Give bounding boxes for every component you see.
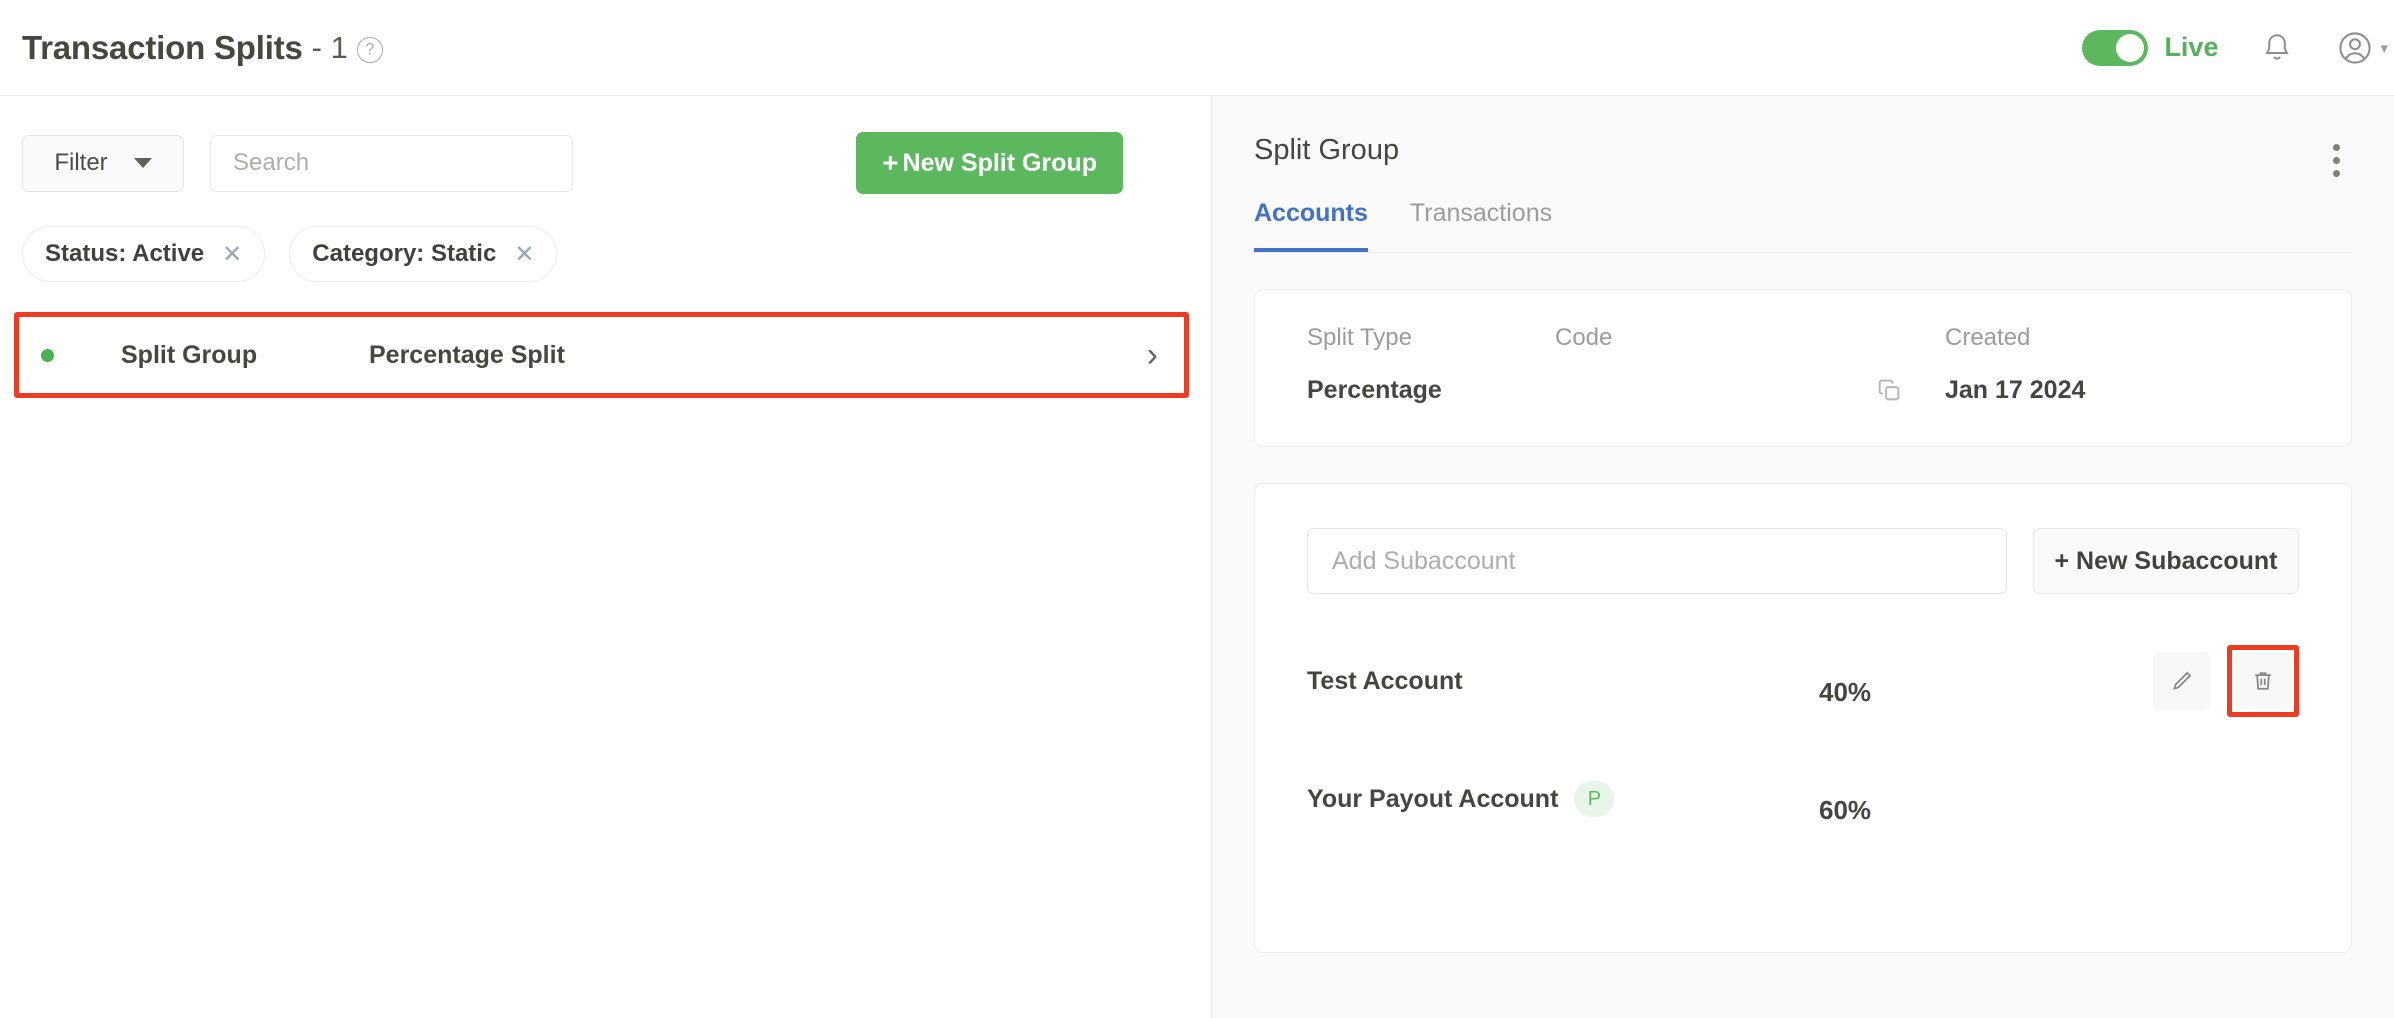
question-circle-icon[interactable]: ? (356, 37, 383, 63)
code-value (1555, 376, 1875, 406)
split-groups-list-pane: Filter + New Split Group Status: Active … (0, 96, 1212, 1018)
chevron-right-icon[interactable]: › (1147, 338, 1158, 372)
add-subaccount-row: + New Subaccount (1307, 528, 2299, 594)
code-label: Code (1555, 324, 1613, 351)
subaccount-name-text: Your Payout Account (1307, 784, 1559, 813)
new-subaccount-button[interactable]: + New Subaccount (2033, 528, 2299, 594)
split-type-value: Percentage (1307, 376, 1442, 404)
filter-chip-category[interactable]: Category: Static ✕ (289, 226, 558, 282)
subaccount-name: Your Payout Account P (1307, 781, 1819, 817)
split-group-detail-pane: Split Group Accounts Transactions Split … (1212, 96, 2394, 1018)
kebab-dot (2333, 170, 2340, 177)
new-split-group-button[interactable]: + New Split Group (856, 132, 1123, 194)
copy-code-button[interactable] (1875, 324, 1903, 406)
kebab-dot (2333, 144, 2340, 151)
page-title: Transaction Splits (22, 28, 303, 66)
live-mode-toggle[interactable] (2082, 29, 2149, 66)
subaccount-percent: 60% (1819, 794, 1872, 825)
payout-badge: P (1574, 781, 1615, 817)
split-group-type: Percentage Split (369, 340, 565, 369)
tab-transactions[interactable]: Transactions (1410, 199, 1552, 252)
page-title-group: Transaction Splits - 1 ? (22, 29, 383, 67)
subaccount-actions (2153, 645, 2299, 717)
subaccounts-card: + New Subaccount Test Account 40% (1254, 483, 2352, 953)
top-header-bar: Transaction Splits - 1 ? Live ▾ (0, 0, 2394, 96)
trash-icon[interactable] (2234, 652, 2292, 710)
pencil-icon[interactable] (2153, 652, 2211, 710)
header-actions: Live ▾ (2082, 29, 2388, 67)
status-dot-icon (41, 348, 54, 362)
more-vertical-icon[interactable] (2327, 138, 2346, 183)
close-icon[interactable]: ✕ (514, 240, 534, 269)
created-field: Created Jan 17 2024 (1945, 324, 2085, 406)
filter-chip-label: Status: Active (45, 240, 205, 267)
new-split-group-label: New Split Group (902, 148, 1097, 177)
split-type-field: Split Type Percentage (1307, 324, 1555, 406)
detail-tabs: Accounts Transactions (1254, 199, 2352, 253)
table-row[interactable]: Split Group Percentage Split › (19, 317, 1184, 393)
detail-panel-title: Split Group (1254, 134, 1400, 166)
page-title-count: - 1 (311, 29, 348, 65)
chevron-down-icon[interactable]: ▾ (2380, 39, 2388, 57)
toggle-knob (2116, 33, 2145, 62)
plus-icon: + (882, 147, 899, 178)
subaccount-name: Test Account (1307, 666, 1463, 695)
search-input[interactable] (210, 134, 573, 192)
kebab-dot (2333, 157, 2340, 164)
split-info-card: Split Type Percentage Code Created Jan 1… (1254, 289, 2352, 447)
user-menu[interactable]: ▾ (2336, 29, 2388, 67)
created-value: Jan 17 2024 (1945, 376, 2086, 404)
user-avatar-icon[interactable] (2336, 29, 2374, 67)
filter-chip-label: Category: Static (312, 240, 497, 267)
created-label: Created (1945, 324, 2031, 351)
subaccount-row: Test Account 40% (1307, 645, 2299, 717)
highlight-annotation-list-row: Split Group Percentage Split › (14, 312, 1189, 398)
add-subaccount-input[interactable] (1307, 528, 2007, 594)
toolbar-row: Filter + New Split Group (0, 132, 1211, 194)
main-body: Filter + New Split Group Status: Active … (0, 96, 2394, 1018)
filter-dropdown-button[interactable]: Filter (22, 134, 184, 192)
split-group-name: Split Group (121, 340, 258, 369)
chevron-down-icon (133, 158, 152, 168)
bell-icon[interactable] (2260, 30, 2294, 66)
active-filter-chips: Status: Active ✕ Category: Static ✕ (0, 226, 1211, 282)
live-mode-label: Live (2164, 32, 2219, 62)
code-field: Code (1555, 324, 1875, 406)
filter-chip-status[interactable]: Status: Active ✕ (22, 226, 266, 282)
close-icon[interactable]: ✕ (222, 240, 242, 269)
subaccount-percent: 40% (1819, 676, 1872, 707)
tab-accounts[interactable]: Accounts (1254, 199, 1368, 252)
live-mode-toggle-group[interactable]: Live (2082, 29, 2219, 66)
filter-button-label: Filter (54, 149, 108, 176)
split-type-label: Split Type (1307, 324, 1412, 351)
delete-highlight-annotation (2227, 645, 2299, 717)
subaccount-row: Your Payout Account P 60% (1307, 768, 2299, 830)
